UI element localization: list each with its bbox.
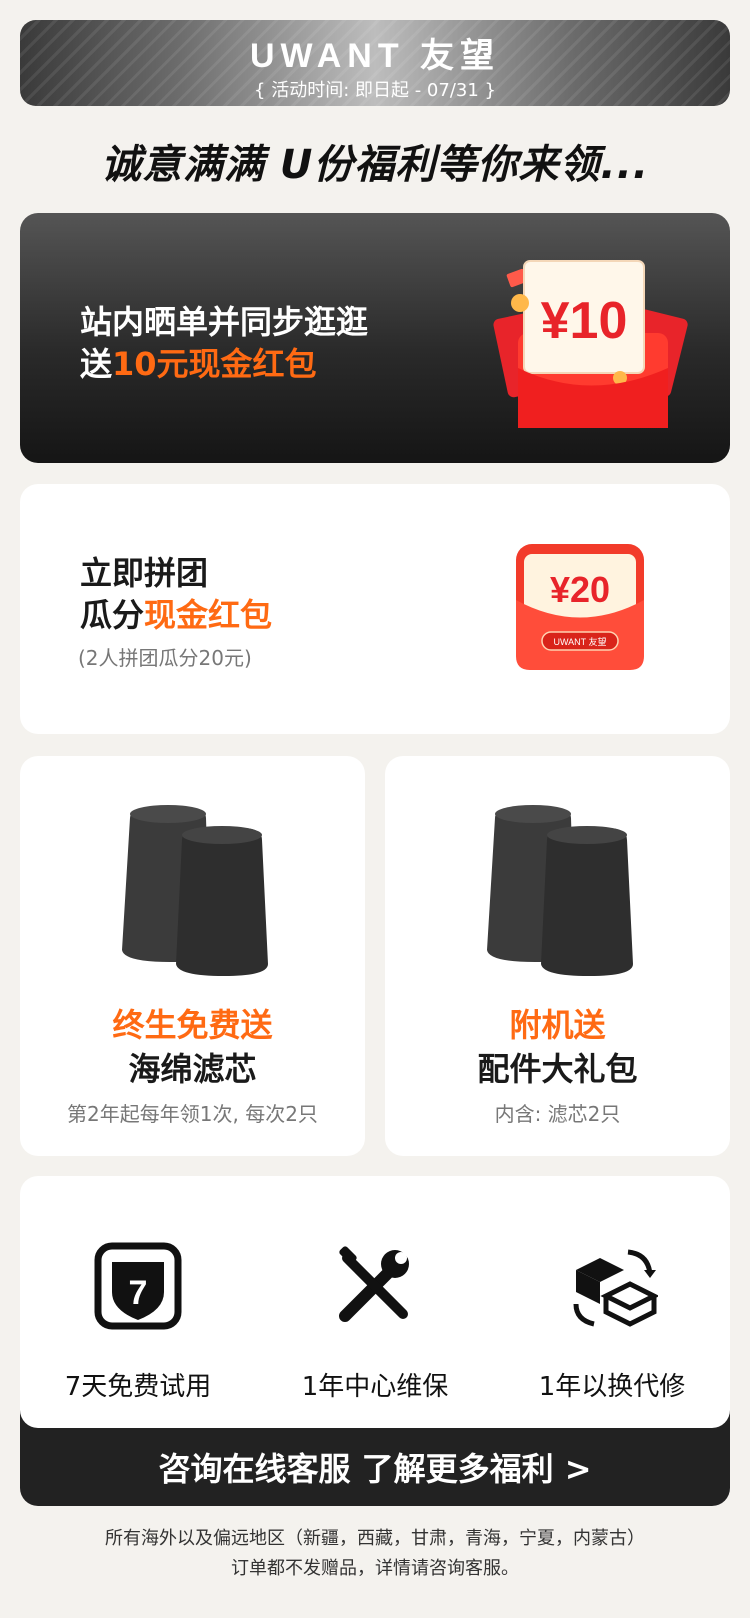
group-buy-prefix: 瓜分 [80,596,145,634]
accessory-pack-title: 配件大礼包 [477,1050,638,1088]
service-guarantees: 7 7天免费试用 1年中心维保 1年以换代修 [20,1176,730,1428]
lifetime-filter-highlight: 终生免费送 [112,1006,273,1044]
group-buy-note: (2人拼团瓜分20元) [78,646,252,670]
service-exchange: 1年以换代修 [494,1240,730,1403]
service-label: 7天免费试用 [64,1372,212,1402]
lifetime-filter-card[interactable]: 终生免费送 海绵滤芯 第2年起每年领1次, 每次2只 [20,756,365,1156]
review-reward-highlight: 10元现金红包 [112,345,317,383]
sponge-filter-icon [487,805,633,976]
service-free-trial: 7 7天免费试用 [20,1240,256,1403]
group-buy-highlight: 现金红包 [144,596,273,634]
accessory-pack-highlight: 附机送 [509,1006,606,1044]
service-label: 1年以换代修 [538,1372,686,1402]
envelope-brand: UWANT 友望 [554,636,607,647]
review-reward-card[interactable]: 站内晒单并同步逛逛 送10元现金红包 ¥10 [20,213,730,463]
exchange-box-icon [573,1249,658,1327]
repair-tools-icon [339,1246,409,1322]
header-banner: UWANT 友望 { 活动时间: 即日起 - 07/31 } [20,20,730,106]
group-buy-line2: 瓜分现金红包 [80,590,272,636]
group-buy-card[interactable]: 立即拼团 瓜分现金红包 (2人拼团瓜分20元) ¥20 UWANT 友望 [20,484,730,734]
activity-period: { 活动时间: 即日起 - 07/31 } [254,80,496,101]
red-envelope-10-icon: ¥10 [493,260,688,428]
accessory-pack-note: 内含: 滤芯2只 [494,1102,621,1126]
footer-line1: 所有海外以及偏远地区（新疆，西藏，甘肃，青海，宁夏，内蒙古） [105,1528,645,1549]
lifetime-filter-note: 第2年起每年领1次, 每次2只 [67,1102,318,1126]
brand-logo: UWANT 友望 [249,37,501,75]
sponge-filter-icon [122,805,268,976]
shield-badge-number: 7 [129,1274,148,1312]
group-buy-line1: 立即拼团 [80,554,209,592]
envelope-amount-20: ¥20 [550,569,610,610]
red-envelope-20-icon: ¥20 UWANT 友望 [516,544,644,670]
service-label: 1年中心维保 [301,1372,449,1402]
accessory-pack-card[interactable]: 附机送 配件大礼包 内含: 滤芯2只 [385,756,730,1156]
shield-7-icon: 7 [94,1242,182,1330]
review-reward-prefix: 送 [80,345,113,383]
review-reward-line1: 站内晒单并同步逛逛 [80,303,369,341]
envelope-amount-10: ¥10 [541,292,628,350]
footer-notice: 所有海外以及偏远地区（新疆，西藏，甘肃，青海，宁夏，内蒙古） 订单都不发赠品，详… [0,1524,750,1584]
footer-line2: 订单都不发赠品，详情请咨询客服。 [231,1558,519,1579]
page-headline: 诚意满满 U份福利等你来领... [101,142,649,188]
service-maintenance: 1年中心维保 [257,1240,493,1403]
review-reward-line2: 送10元现金红包 [80,339,317,385]
lifetime-filter-title: 海绵滤芯 [128,1050,257,1088]
